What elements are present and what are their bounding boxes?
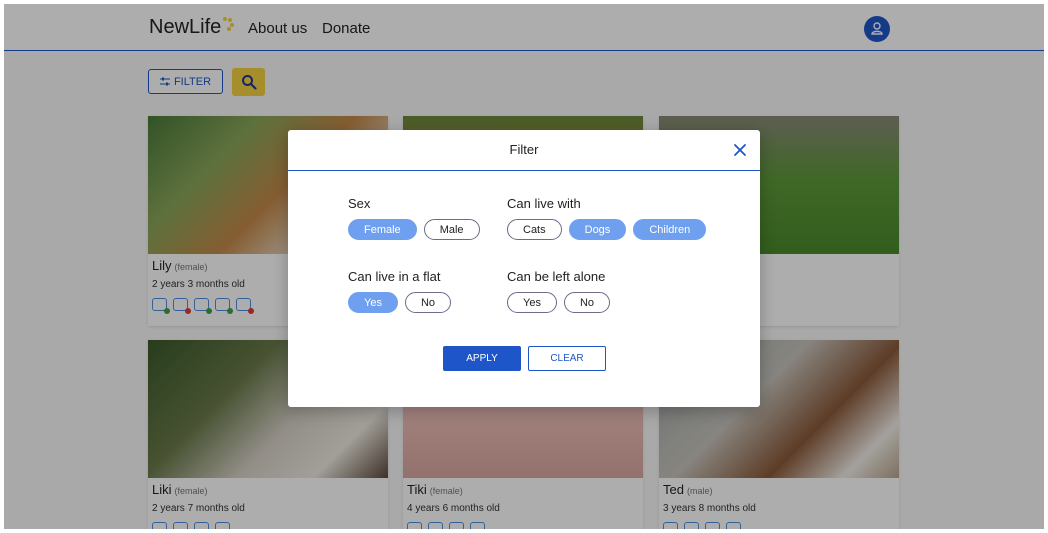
live-with-filter-group: Can live with Cats Dogs Children	[507, 196, 707, 240]
close-button[interactable]	[732, 142, 748, 158]
chip-live-with-dogs[interactable]: Dogs	[568, 219, 627, 240]
live-with-label: Can live with	[507, 196, 581, 211]
chip-sex-male[interactable]: Male	[423, 219, 480, 240]
app-frame: NewLife About us Donate FILTER Lily (fema…	[4, 4, 1044, 529]
chip-flat-yes[interactable]: Yes	[348, 292, 398, 313]
filter-dialog: Filter Sex Female Male Can live with Cat…	[288, 130, 760, 407]
sex-filter-group: Sex Female Male	[348, 196, 480, 240]
chip-sex-female[interactable]: Female	[348, 219, 417, 240]
alone-filter-group: Can be left alone Yes No	[507, 269, 611, 313]
chip-live-with-children[interactable]: Children	[633, 219, 707, 240]
alone-label: Can be left alone	[507, 269, 606, 284]
clear-button[interactable]: CLEAR	[528, 346, 606, 371]
flat-filter-group: Can live in a flat Yes No	[348, 269, 452, 313]
chip-live-with-cats[interactable]: Cats	[507, 219, 562, 240]
chip-flat-no[interactable]: No	[404, 292, 452, 313]
flat-label: Can live in a flat	[348, 269, 441, 284]
sex-label: Sex	[348, 196, 371, 211]
chip-alone-no[interactable]: No	[563, 292, 611, 313]
apply-button[interactable]: APPLY	[443, 346, 521, 371]
dialog-title: Filter	[288, 130, 760, 171]
close-icon	[734, 144, 746, 156]
chip-alone-yes[interactable]: Yes	[507, 292, 557, 313]
